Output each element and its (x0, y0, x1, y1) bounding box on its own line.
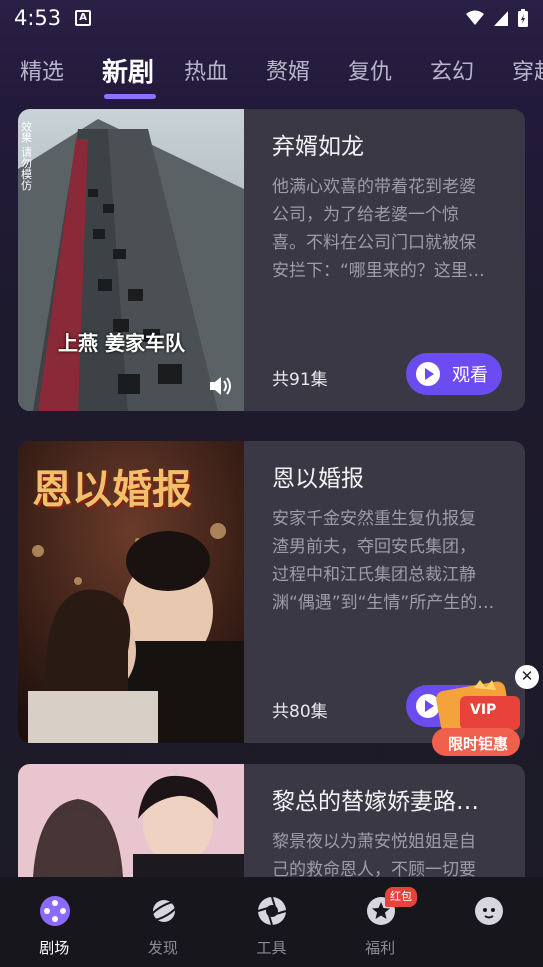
poster-caption: 上燕 姜家车队 (58, 331, 185, 355)
tab-jingxuan[interactable]: 精选 (20, 50, 102, 98)
card-description: 安家千金安然重生复仇报复 渣男前夫，夺回安氏集团， 过程中和江氏集团总裁江静 渊… (272, 509, 495, 613)
card-description: 黎景夜以为萧安悦姐姐是自 己的救命恩人，不顾一切要 (272, 832, 476, 877)
card-title: 黎总的替嫁娇妻路… (272, 789, 479, 815)
signal-icon (494, 11, 508, 26)
nav-label: 发现 (147, 939, 178, 957)
tab-xinju[interactable]: 新剧 (102, 50, 184, 99)
card-title: 弃婿如龙 (272, 134, 364, 160)
watch-button[interactable]: 观看 (406, 353, 502, 395)
card-title: 恩以婚报 (272, 466, 364, 492)
promo-text: 限时钜惠 (447, 735, 508, 753)
hongbao-badge: 红包 (385, 887, 417, 907)
category-tabs: 精选 新剧 热血 赘婿 复仇 玄幻 穿越 (0, 50, 543, 100)
nav-item-juchang[interactable]: 剧场 (0, 877, 109, 967)
episode-count: 共91集 (272, 370, 328, 390)
tab-zhuixu[interactable]: 赘婿 (266, 50, 348, 98)
poster-caption: 恩以婚报 (32, 467, 192, 513)
tab-chuanyue[interactable]: 穿越 (512, 50, 543, 98)
nav-item-faxian[interactable]: 发现 (109, 877, 218, 967)
active-tab-underline (104, 94, 156, 99)
poster-image[interactable]: 效果 请勿模仿 上燕 姜家车队 (18, 109, 244, 411)
tab-xuanhuan[interactable]: 玄幻 (430, 50, 512, 98)
promo-close-icon[interactable]: ✕ (515, 665, 539, 689)
drama-card[interactable]: 效果 请勿模仿 上燕 姜家车队 弃婿如龙 他满心欢喜的带着花到老婆 公司，为了给… (18, 109, 525, 411)
nav-label: 福利 (365, 939, 396, 957)
watch-label: 观看 (452, 365, 488, 386)
tab-rexue[interactable]: 热血 (184, 50, 266, 98)
play-icon (416, 362, 440, 386)
nav-item-gongju[interactable]: 工具 (217, 877, 326, 967)
nav-label: 工具 (256, 939, 287, 957)
promo-badge: VIP (470, 702, 497, 718)
wifi-icon (466, 10, 484, 25)
episode-count: 共80集 (272, 702, 328, 722)
poster-image[interactable] (18, 764, 244, 877)
planet-icon (148, 900, 179, 922)
status-time: 4:53 (14, 6, 62, 30)
nav-item-profile[interactable] (434, 877, 543, 967)
poster-image[interactable]: 恩以婚报 (18, 441, 244, 743)
profile-face-icon (475, 897, 504, 925)
status-indicators (465, 8, 529, 28)
film-reel-icon (40, 896, 70, 926)
status-bar: 4:53 A (0, 0, 543, 36)
bottom-nav: 剧场 发现 工具 福利 (0, 877, 543, 967)
card-description: 他满心欢喜的带着花到老婆 公司，为了给老婆一个惊 喜。不料在公司门口就被保 安拦… (272, 177, 485, 281)
poster-watermark: 效果 请勿模仿 (20, 120, 33, 191)
battery-icon (518, 9, 528, 27)
aperture-icon (257, 896, 287, 926)
nav-label: 剧场 (39, 939, 70, 957)
tab-fuchou[interactable]: 复仇 (348, 50, 430, 98)
notification-a-icon: A (75, 10, 92, 26)
vip-promo-widget[interactable]: VIP 限时钜惠 (430, 676, 525, 758)
drama-card[interactable]: 黎总的替嫁娇妻路… 黎景夜以为萧安悦姐姐是自 己的救命恩人，不顾一切要 (18, 764, 525, 877)
nav-item-fuli[interactable]: 福利 (326, 877, 435, 967)
volume-icon[interactable] (208, 375, 234, 397)
